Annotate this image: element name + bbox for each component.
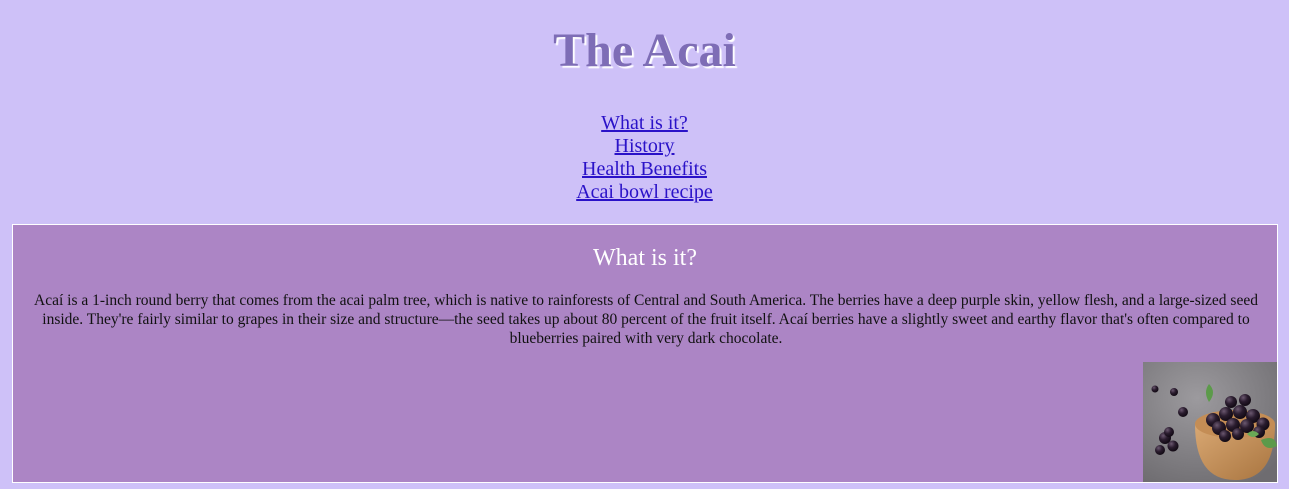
nav-link-acai-bowl-recipe[interactable]: Acai bowl recipe bbox=[0, 181, 1289, 204]
main-nav: What is it? History Health Benefits Acai… bbox=[0, 112, 1289, 204]
what-is-it-section: What is it? Acaí is a 1-inch round berry… bbox=[12, 224, 1278, 483]
nav-link-what-is-it[interactable]: What is it? bbox=[0, 112, 1289, 135]
nav-link-health-benefits[interactable]: Health Benefits bbox=[0, 158, 1289, 181]
page-title: The Acai bbox=[553, 24, 736, 77]
section-heading: What is it? bbox=[593, 245, 697, 271]
section-paragraph: Acaí is a 1-inch round berry that comes … bbox=[34, 292, 1258, 347]
acai-bowl-image bbox=[1143, 362, 1277, 482]
nav-link-history[interactable]: History bbox=[0, 135, 1289, 158]
acai-bowl-illustration bbox=[1143, 362, 1277, 482]
